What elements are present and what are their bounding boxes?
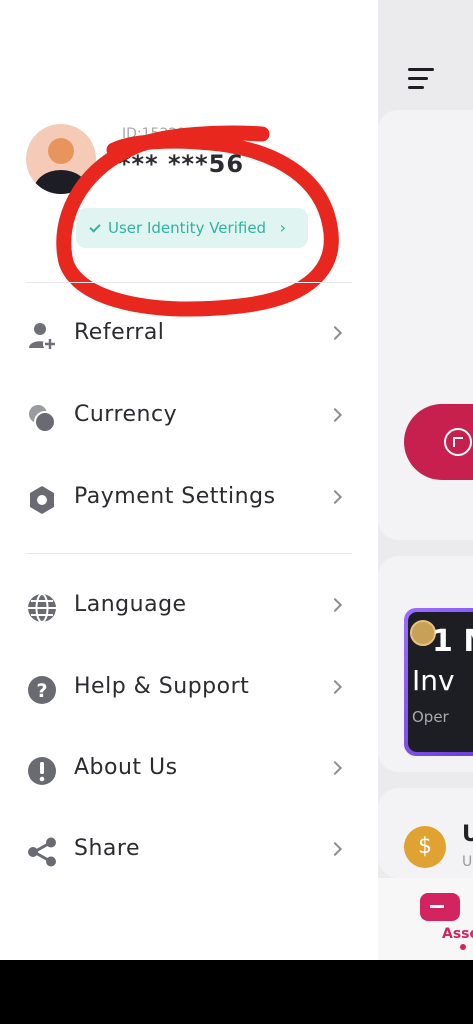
dollar-coin-icon: $ — [404, 826, 446, 868]
info-icon — [28, 757, 56, 785]
menu-item-referral[interactable]: Referral — [0, 306, 378, 366]
svg-text:?: ? — [36, 680, 47, 702]
bottom-tab-bar: Asse — [378, 878, 473, 960]
list-subtitle: U — [462, 854, 473, 870]
menu-item-label: Referral — [74, 320, 165, 345]
menu-item-share[interactable]: Share — [0, 822, 378, 882]
identity-verified-badge[interactable]: User Identity Verified › — [76, 208, 308, 248]
currency-icon — [29, 405, 56, 433]
action-button[interactable] — [404, 404, 473, 480]
divider — [26, 282, 352, 283]
promo-caption: Oper — [412, 708, 449, 726]
chevron-right-icon: › — [279, 218, 286, 237]
globe-icon — [28, 593, 56, 623]
divider — [26, 553, 352, 554]
promo-banner[interactable]: 1 M Inv Oper — [404, 608, 473, 756]
menu-item-currency[interactable]: Currency — [0, 388, 378, 448]
menu-item-label: About Us — [74, 755, 178, 780]
check-icon — [89, 221, 101, 233]
menu-item-label: Help & Support — [74, 674, 250, 699]
menu-item-label: Currency — [74, 402, 178, 427]
user-name: *** ***56 — [118, 150, 245, 178]
menu-item-label: Language — [74, 592, 187, 617]
menu-item-label: Share — [74, 836, 140, 861]
chevron-right-icon — [327, 407, 343, 423]
system-navigation-bar — [0, 960, 473, 1024]
chevron-right-icon — [327, 489, 343, 505]
chevron-right-icon — [327, 760, 343, 776]
promo-title: 1 M — [432, 624, 473, 659]
menu-item-label: Payment Settings — [74, 484, 276, 509]
promo-subtitle: Inv — [412, 664, 455, 697]
referral-icon — [29, 323, 57, 351]
background-app: 1 M Inv Oper $ U U Asse — [378, 0, 473, 960]
app-screen: 1 M Inv Oper $ U U Asse ID:15221 *** ***… — [0, 0, 473, 960]
chevron-right-icon — [327, 841, 343, 857]
menu-item-payment-settings[interactable]: Payment Settings — [0, 470, 378, 530]
list-title: U — [462, 822, 473, 847]
chevron-right-icon — [327, 679, 343, 695]
menu-item-about-us[interactable]: About Us — [0, 741, 378, 801]
avatar[interactable] — [26, 124, 96, 194]
payment-settings-icon — [30, 486, 54, 514]
help-icon: ? — [28, 676, 56, 704]
assets-tab-icon[interactable] — [420, 893, 460, 921]
side-drawer: ID:15221 *** ***56 User Identity Verifie… — [0, 0, 378, 960]
menu-item-help-support[interactable]: ? Help & Support — [0, 660, 378, 720]
user-id: ID:15221 — [122, 126, 187, 142]
chevron-right-icon — [327, 597, 343, 613]
verified-label: User Identity Verified — [108, 219, 267, 237]
share-icon — [28, 837, 56, 867]
menu-hamburger-icon[interactable] — [408, 68, 434, 90]
arrow-circle-icon — [444, 428, 472, 456]
tab-assets-label[interactable]: Asse — [442, 926, 473, 942]
menu-item-language[interactable]: Language — [0, 578, 378, 638]
chevron-right-icon — [327, 325, 343, 341]
active-tab-indicator — [460, 944, 466, 950]
